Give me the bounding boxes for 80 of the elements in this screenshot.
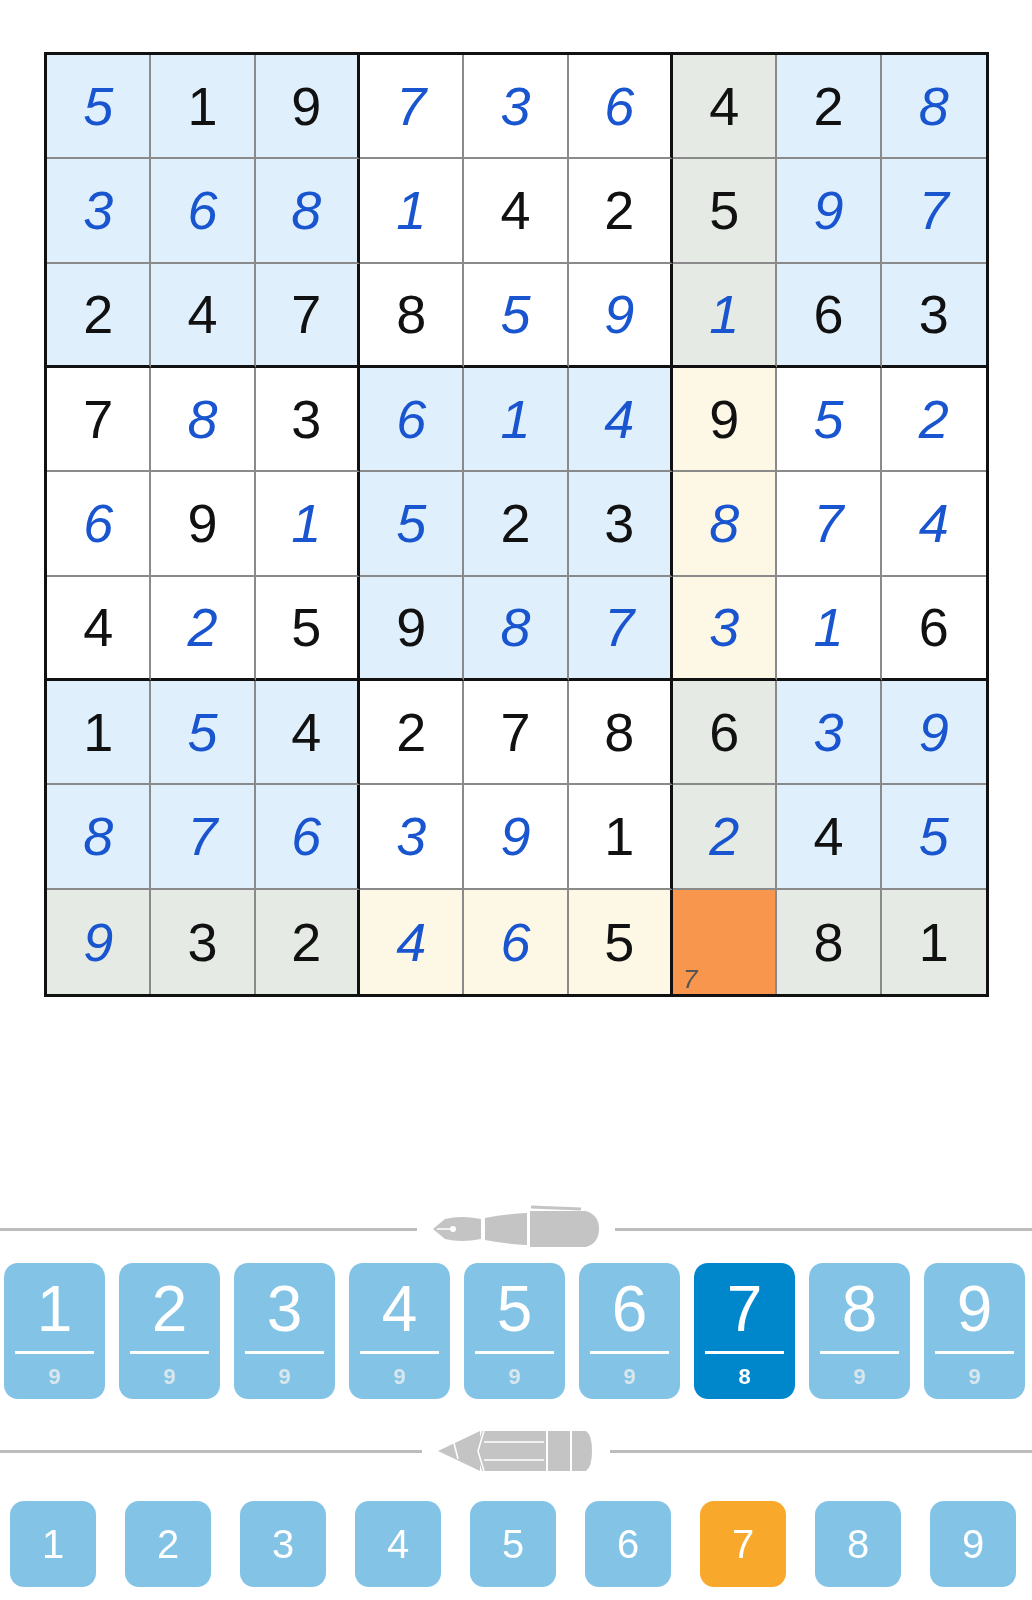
sudoku-cell[interactable]: 6 xyxy=(255,785,360,890)
sudoku-cell[interactable]: 1 xyxy=(360,159,465,264)
sudoku-cell[interactable]: 5 xyxy=(255,576,360,681)
sudoku-cell[interactable]: 5 xyxy=(881,785,986,890)
sudoku-cell[interactable]: 9 xyxy=(151,472,256,577)
sudoku-cell[interactable]: 7 xyxy=(568,576,673,681)
sudoku-cell[interactable]: 9 xyxy=(360,576,465,681)
sudoku-cell[interactable]: 4 xyxy=(568,368,673,473)
sudoku-cell[interactable]: 9 xyxy=(673,368,778,473)
sudoku-cell[interactable]: 5 xyxy=(360,472,465,577)
sudoku-cell[interactable]: 6 xyxy=(777,263,882,368)
sudoku-cell[interactable]: 2 xyxy=(777,55,882,160)
sudoku-cell[interactable]: 5 xyxy=(464,263,569,368)
sudoku-cell[interactable]: 8 xyxy=(255,159,360,264)
sudoku-cell[interactable]: 5 xyxy=(673,159,778,264)
sudoku-cell[interactable]: 3 xyxy=(151,889,256,994)
sudoku-cell[interactable]: 4 xyxy=(47,576,152,681)
sudoku-cell[interactable]: 8 xyxy=(47,785,152,890)
sudoku-cell[interactable]: 8 xyxy=(673,472,778,577)
sudoku-cell[interactable]: 6 xyxy=(464,889,569,994)
sudoku-cell[interactable]: 4 xyxy=(360,889,465,994)
sudoku-cell[interactable]: 8 xyxy=(777,889,882,994)
sudoku-cell[interactable]: 4 xyxy=(255,681,360,786)
sudoku-cell[interactable]: 3 xyxy=(777,681,882,786)
sudoku-cell[interactable]: 9 xyxy=(255,55,360,160)
sudoku-cell[interactable]: 7 xyxy=(360,55,465,160)
sudoku-cell[interactable]: 9 xyxy=(47,889,152,994)
sudoku-cell[interactable]: 3 xyxy=(255,368,360,473)
sudoku-cell[interactable]: 2 xyxy=(673,785,778,890)
sudoku-cell[interactable]: 6 xyxy=(360,368,465,473)
sudoku-cell[interactable]: 9 xyxy=(777,159,882,264)
sudoku-cell[interactable]: 9 xyxy=(568,263,673,368)
sudoku-cell[interactable]: 3 xyxy=(881,263,986,368)
sudoku-cell[interactable]: 8 xyxy=(360,263,465,368)
sudoku-cell[interactable]: 4 xyxy=(464,159,569,264)
sudoku-cell[interactable]: 1 xyxy=(151,55,256,160)
sudoku-cell[interactable]: 5 xyxy=(47,55,152,160)
sudoku-cell[interactable]: 5 xyxy=(777,368,882,473)
sudoku-cell[interactable]: 8 xyxy=(568,681,673,786)
sudoku-cell[interactable]: 1 xyxy=(777,576,882,681)
sudoku-cell[interactable]: 6 xyxy=(568,55,673,160)
sudoku-cell[interactable]: 3 xyxy=(47,159,152,264)
sudoku-cell[interactable]: 8 xyxy=(881,55,986,160)
sudoku-cell[interactable]: 3 xyxy=(673,576,778,681)
sudoku-cell[interactable]: 3 xyxy=(568,472,673,577)
sudoku-cell[interactable]: 2 xyxy=(464,472,569,577)
sudoku-cell[interactable]: 9 xyxy=(464,785,569,890)
sudoku-cell[interactable]: 4 xyxy=(151,263,256,368)
pencil-note: 7 xyxy=(683,966,698,992)
sudoku-cell[interactable]: 5 xyxy=(151,681,256,786)
sudoku-cell[interactable]: 9 xyxy=(881,681,986,786)
sudoku-cell[interactable]: 8 xyxy=(151,368,256,473)
sudoku-cell[interactable]: 6 xyxy=(673,681,778,786)
sudoku-cell[interactable]: 7 xyxy=(255,263,360,368)
sudoku-cell[interactable]: 7 xyxy=(47,368,152,473)
number-key[interactable]: 7 8 xyxy=(694,1263,795,1399)
sudoku-cell[interactable]: 1 xyxy=(568,785,673,890)
sudoku-cell[interactable]: 6 xyxy=(151,159,256,264)
sudoku-cell[interactable]: 7 xyxy=(881,159,986,264)
sudoku-cell[interactable]: 3 xyxy=(360,785,465,890)
sudoku-cell[interactable]: 1 xyxy=(673,263,778,368)
sudoku-cell[interactable]: 7 xyxy=(777,472,882,577)
sudoku-cell[interactable]: 2 xyxy=(47,263,152,368)
sudoku-cell[interactable]: 7 xyxy=(151,785,256,890)
sudoku-cell[interactable]: 1 xyxy=(881,889,986,994)
sudoku-cell[interactable]: 2 xyxy=(151,576,256,681)
sudoku-cell[interactable]: 2 xyxy=(360,681,465,786)
sudoku-cell[interactable]: 1 xyxy=(464,368,569,473)
sudoku-cell[interactable]: 6 xyxy=(47,472,152,577)
sudoku-cell[interactable]: 3 xyxy=(464,55,569,160)
sudoku-cell[interactable]: 2 xyxy=(255,889,360,994)
sudoku-cell[interactable]: 8 xyxy=(464,576,569,681)
sudoku-cell[interactable]: 2 xyxy=(568,159,673,264)
sudoku-cell[interactable]: 1 xyxy=(255,472,360,577)
sudoku-cell[interactable]: 1 xyxy=(47,681,152,786)
sudoku-cell[interactable]: 4 xyxy=(673,55,778,160)
sudoku-cell[interactable]: 4 xyxy=(777,785,882,890)
sudoku-cell[interactable]: 7 xyxy=(673,889,778,994)
sudoku-cell[interactable]: 5 xyxy=(568,889,673,994)
sudoku-cell[interactable]: 7 xyxy=(464,681,569,786)
